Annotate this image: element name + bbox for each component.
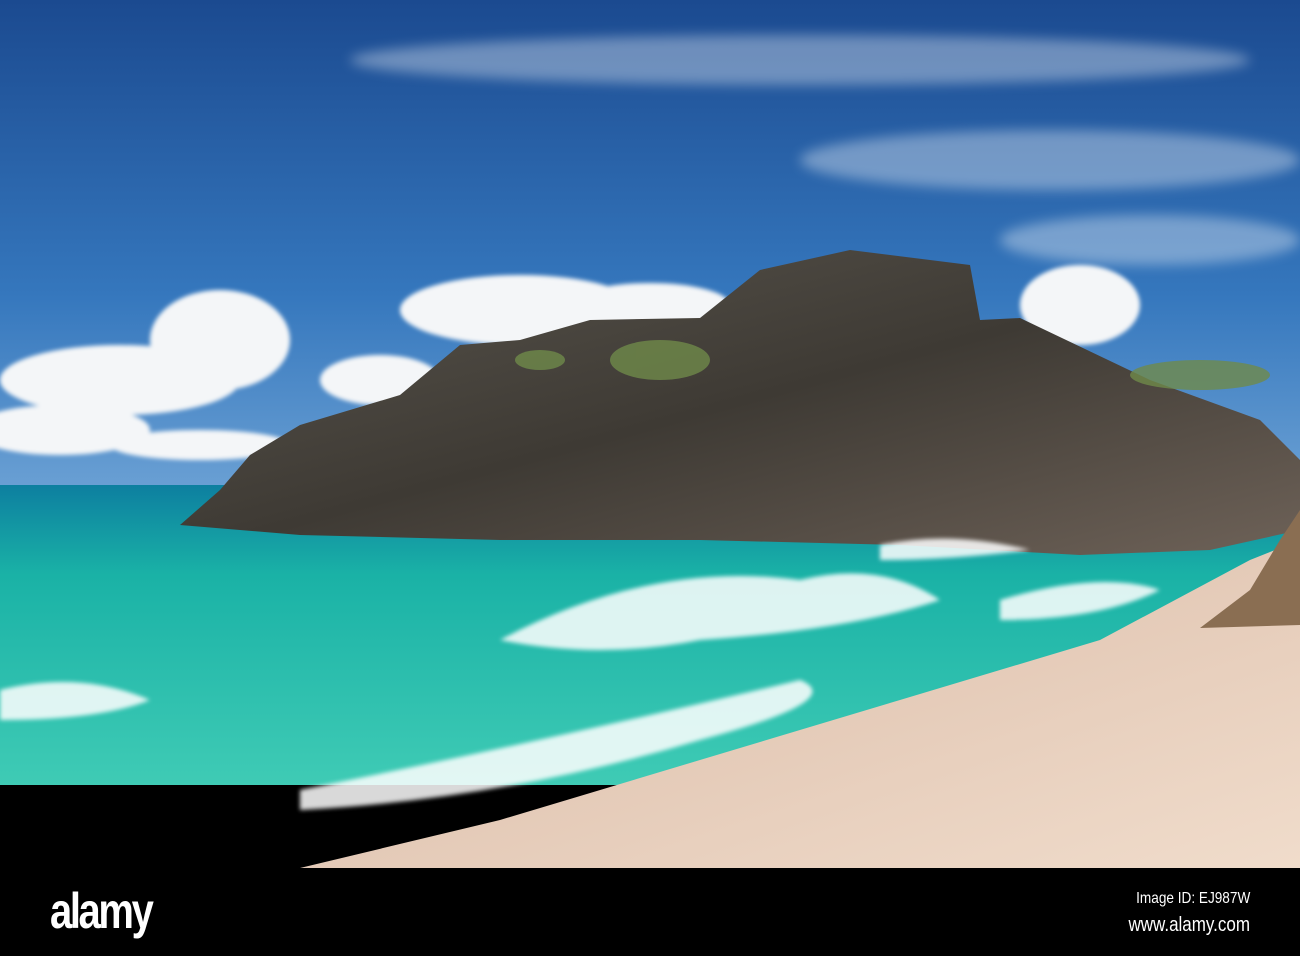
watermark-bar: alamy Image ID: EJ987W www.alamy.com (0, 868, 1300, 956)
alamy-logo: alamy (50, 883, 154, 939)
image-id: Image ID: EJ987W (1135, 890, 1250, 907)
stock-photo: alamy Image ID: EJ987W www.alamy.com (0, 0, 1300, 956)
watermark-url: www.alamy.com (1128, 914, 1250, 936)
beach-rock-photo (0, 0, 1300, 868)
